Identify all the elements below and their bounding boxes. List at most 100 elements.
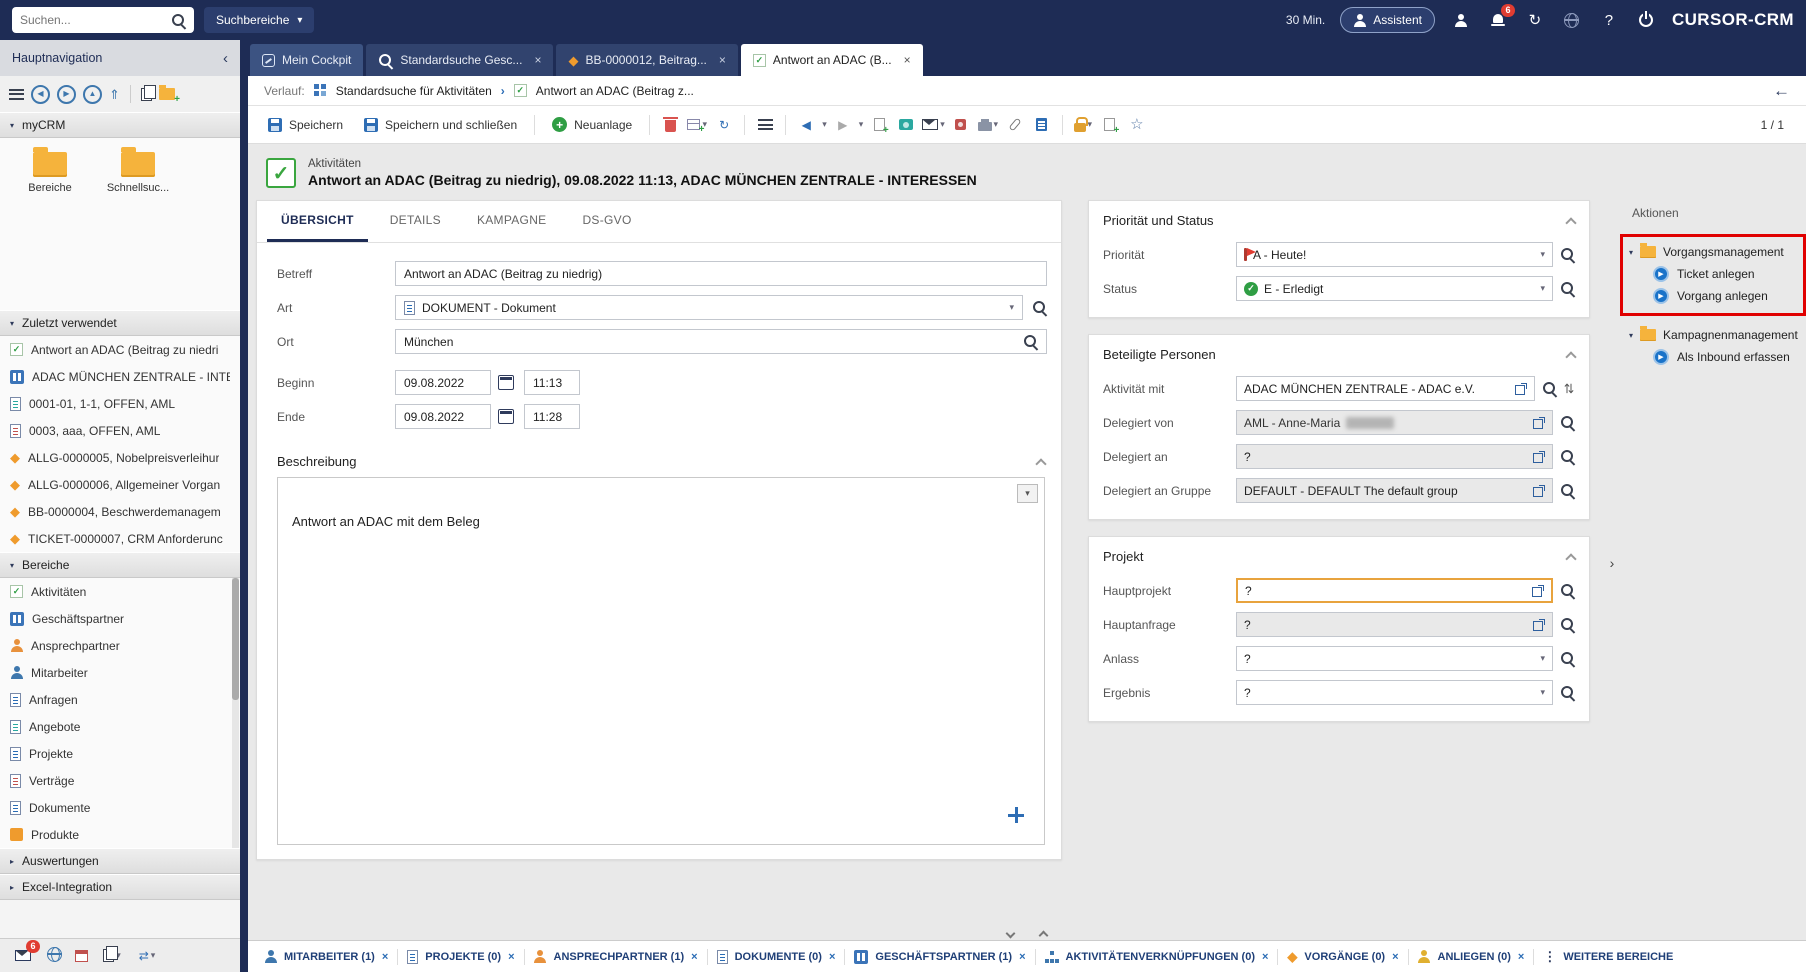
open-record-icon[interactable] xyxy=(1515,383,1527,395)
save-close-button[interactable]: Speichern und schließen xyxy=(356,114,525,136)
beginn-date-input[interactable] xyxy=(404,376,482,390)
bottom-tab-aktivitaetenverknuepfungen[interactable]: AKTIVITÄTENVERKNÜPFUNGEN (0)× xyxy=(1045,951,1269,963)
open-record-icon[interactable] xyxy=(1533,619,1545,631)
print-button[interactable]: ▾ xyxy=(977,113,999,137)
action-vorgang-anlegen[interactable]: ▶ Vorgang anlegen xyxy=(1629,285,1801,307)
action-group-vorgangsmanagement[interactable]: ▾ Vorgangsmanagement xyxy=(1629,241,1801,263)
sidebar-item-projekte[interactable]: Projekte xyxy=(0,740,231,767)
close-tab-icon[interactable]: × xyxy=(1518,951,1524,963)
sidebar-item-vertraege[interactable]: Verträge xyxy=(0,767,231,794)
chevron-down-icon[interactable]: ▾ xyxy=(859,119,864,130)
tab-bb-0000012[interactable]: ◆ BB-0000012, Beitrag... × xyxy=(556,44,737,76)
calendar-icon[interactable] xyxy=(498,375,514,390)
stamp-button[interactable] xyxy=(950,113,972,137)
recent-item[interactable]: ✓Antwort an ADAC (Beitrag zu niedri xyxy=(0,336,240,363)
tab-antwort-adac[interactable]: ✓ Antwort an ADAC (B... × xyxy=(741,44,923,76)
sidebar-section-excel-integration[interactable]: ▸ Excel-Integration xyxy=(0,874,240,900)
chevron-down-icon[interactable]: ▾ xyxy=(1540,687,1545,698)
nav-up-button[interactable]: ▲ xyxy=(83,85,102,104)
close-tab-icon[interactable]: × xyxy=(1262,951,1268,963)
bottom-tab-geschaeftspartner[interactable]: GESCHÄFTSPARTNER (1)× xyxy=(854,950,1025,964)
tab-details[interactable]: DETAILS xyxy=(376,201,455,242)
menu-button[interactable] xyxy=(754,113,776,137)
prioritaet-field[interactable]: A - Heute! ▾ xyxy=(1236,242,1553,267)
beginn-time-field[interactable] xyxy=(524,370,580,395)
tab-mein-cockpit[interactable]: Mein Cockpit xyxy=(250,44,363,76)
ende-time-field[interactable] xyxy=(524,404,580,429)
favorite-button[interactable]: ☆ xyxy=(1126,113,1148,137)
action-ticket-anlegen[interactable]: ▶ Ticket anlegen xyxy=(1629,263,1801,285)
shortcut-schnellsuche[interactable]: Schnellsuc... xyxy=(106,152,170,194)
tab-ds-gvo[interactable]: DS-GVO xyxy=(568,201,645,242)
copy-record-button[interactable]: ▾ xyxy=(686,113,708,137)
export-button[interactable]: ▾ xyxy=(101,944,123,968)
beginn-time-input[interactable] xyxy=(533,376,571,390)
scrollbar[interactable] xyxy=(232,578,239,848)
assistant-button[interactable]: Assistent xyxy=(1340,7,1435,33)
ort-field[interactable] xyxy=(395,329,1047,354)
close-tab-icon[interactable]: × xyxy=(829,951,835,963)
status-field[interactable]: ✓ E - Erledigt ▾ xyxy=(1236,276,1553,301)
sidebar-item-produkte[interactable]: Produkte xyxy=(0,821,231,848)
lookup-icon[interactable] xyxy=(1560,247,1575,262)
next-record-button[interactable]: ▶ xyxy=(832,113,854,137)
ende-time-input[interactable] xyxy=(533,410,571,424)
betreff-input[interactable] xyxy=(404,267,1038,281)
nav-back-button[interactable]: ◀ xyxy=(31,85,50,104)
ergebnis-field[interactable]: ? ▾ xyxy=(1236,680,1553,705)
bottom-tab-projekte[interactable]: PROJEKTE (0)× xyxy=(407,950,514,964)
web-button[interactable] xyxy=(47,947,62,965)
sidebar-item-ansprechpartner[interactable]: Ansprechpartner xyxy=(0,632,231,659)
lookup-icon[interactable] xyxy=(1560,483,1575,498)
recent-item[interactable]: ◆ALLG-0000006, Allgemeiner Vorgan xyxy=(0,471,240,498)
lookup-icon[interactable] xyxy=(1023,334,1038,349)
chevron-down-icon[interactable]: ▾ xyxy=(1540,653,1545,664)
sidebar-section-zuletzt-verwendet[interactable]: ▾ Zuletzt verwendet xyxy=(0,310,240,336)
save-button[interactable]: Speichern xyxy=(260,114,351,136)
refresh-session-button[interactable]: ↻ xyxy=(1524,9,1546,31)
lookup-icon[interactable] xyxy=(1560,617,1575,632)
art-combo[interactable]: DOKUMENT - Dokument ▾ xyxy=(395,295,1023,320)
close-tab-icon[interactable]: × xyxy=(1019,951,1025,963)
delete-button[interactable] xyxy=(659,113,681,137)
recent-item[interactable]: ◆ALLG-0000005, Nobelpreisverleihur xyxy=(0,444,240,471)
sidebar-section-bereiche[interactable]: ▾ Bereiche xyxy=(0,552,240,578)
nav-forward-button[interactable]: ▶ xyxy=(57,85,76,104)
sidebar-item-angebote[interactable]: Angebote xyxy=(0,713,231,740)
global-search[interactable] xyxy=(12,7,194,33)
lookup-icon[interactable] xyxy=(1560,449,1575,464)
close-tab-icon[interactable]: × xyxy=(719,53,726,67)
sidebar-item-mitarbeiter[interactable]: Mitarbeiter xyxy=(0,659,231,686)
close-tab-icon[interactable]: × xyxy=(508,951,514,963)
collapse-icon[interactable] xyxy=(1565,351,1576,362)
hauptanfrage-field[interactable]: ? xyxy=(1236,612,1553,637)
history-back-icon[interactable]: ← xyxy=(1773,81,1790,101)
collapse-footer-icon[interactable] xyxy=(1006,928,1016,938)
recent-item[interactable]: ◆TICKET-0000007, CRM Anforderunc xyxy=(0,525,240,552)
recent-item[interactable]: 0001-01, 1-1, OFFEN, AML xyxy=(0,390,240,417)
search-icon[interactable] xyxy=(171,13,186,28)
delegiert-von-field[interactable]: AML - Anne-Maria xyxy=(1236,410,1553,435)
close-tab-icon[interactable]: × xyxy=(691,951,697,963)
recent-item[interactable]: ◆BB-0000004, Beschwerdemanagem xyxy=(0,498,240,525)
email-button[interactable]: 6 xyxy=(12,945,34,967)
betreff-field[interactable] xyxy=(395,261,1047,286)
sidebar-item-aktivitaeten[interactable]: ✓Aktivitäten xyxy=(0,578,231,605)
sidebar-item-anfragen[interactable]: Anfragen xyxy=(0,686,231,713)
attachment-button[interactable] xyxy=(1004,113,1026,137)
new-folder-icon[interactable] xyxy=(159,88,175,100)
delegiert-an-field[interactable]: ? xyxy=(1236,444,1553,469)
collapse-icon[interactable] xyxy=(1565,553,1576,564)
search-areas-button[interactable]: Suchbereiche ▾ xyxy=(204,7,314,33)
previous-record-button[interactable]: ◀ xyxy=(795,113,817,137)
open-record-icon[interactable] xyxy=(1532,585,1544,597)
open-record-icon[interactable] xyxy=(1533,417,1545,429)
hauptprojekt-field[interactable]: ? xyxy=(1236,578,1553,603)
calendar-icon[interactable] xyxy=(498,409,514,424)
user-profile-button[interactable] xyxy=(1450,9,1472,31)
close-tab-icon[interactable]: × xyxy=(534,53,541,67)
lookup-icon[interactable] xyxy=(1032,300,1047,315)
swap-contact-icon[interactable]: ⇄ xyxy=(1563,383,1576,394)
refresh-button[interactable]: ↻ xyxy=(713,113,735,137)
shortcut-bereiche[interactable]: Bereiche xyxy=(18,152,82,194)
